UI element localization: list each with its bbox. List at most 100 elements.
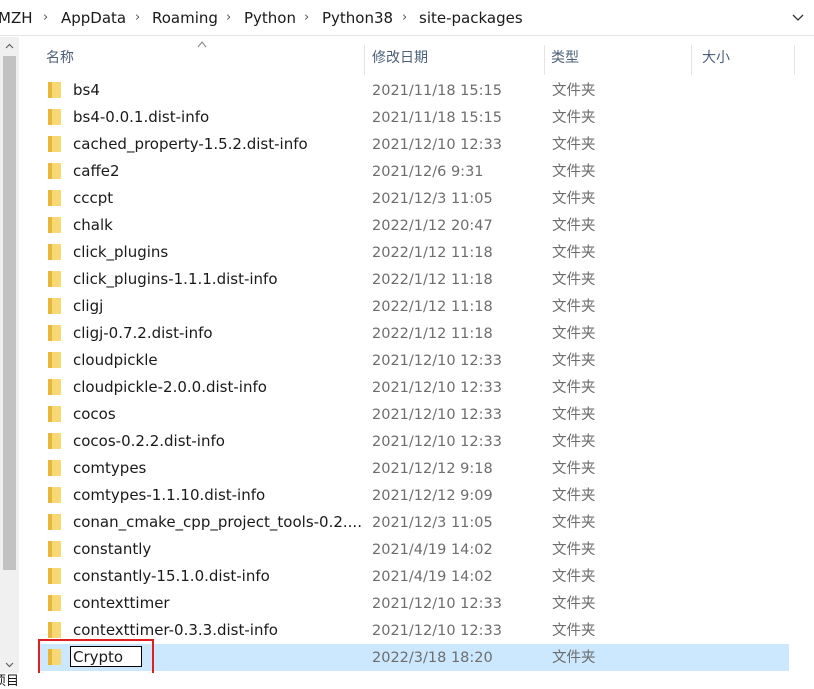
column-divider[interactable] <box>364 45 365 75</box>
file-modified-date: 2021/12/3 11:05 <box>372 191 493 207</box>
file-type: 文件夹 <box>552 515 596 531</box>
file-modified-date: 2021/12/12 9:09 <box>372 488 493 504</box>
file-type: 文件夹 <box>552 461 596 477</box>
breadcrumb-item-python38[interactable]: Python38 <box>322 9 393 27</box>
file-modified-date: 2021/12/3 11:05 <box>372 515 493 531</box>
column-divider[interactable] <box>691 45 692 75</box>
folder-icon <box>48 190 61 206</box>
file-row[interactable]: constantly 2021/4/19 14:02 文件夹 <box>39 536 789 563</box>
file-row[interactable]: bs4-0.0.1.dist-info 2021/11/18 15:15 文件夹 <box>39 104 789 131</box>
file-row[interactable]: caffe2 2021/12/6 9:31 文件夹 <box>39 158 789 185</box>
breadcrumb-item-appdata[interactable]: AppData <box>61 9 126 27</box>
file-row[interactable]: cloudpickle-2.0.0.dist-info 2021/12/10 1… <box>39 374 789 401</box>
file-type: 文件夹 <box>552 434 596 450</box>
file-name: comtypes <box>73 459 147 477</box>
file-modified-date: 2021/4/19 14:02 <box>372 569 493 585</box>
breadcrumb-item-site-packages[interactable]: site-packages <box>419 9 523 27</box>
column-modified-header[interactable]: 修改日期 <box>372 49 428 67</box>
column-type-header[interactable]: 类型 <box>551 49 579 67</box>
status-item-count: 项目 <box>0 674 20 689</box>
file-type: 文件夹 <box>552 299 596 315</box>
file-type: 文件夹 <box>552 218 596 234</box>
address-bar[interactable]: MZH › AppData › Roaming › Python › Pytho… <box>0 0 814 36</box>
file-name: contexttimer-0.3.3.dist-info <box>73 621 278 639</box>
file-row[interactable]: comtypes 2021/12/12 9:18 文件夹 <box>39 455 789 482</box>
breadcrumb-separator-icon[interactable]: › <box>135 10 140 26</box>
scroll-up-button[interactable] <box>0 37 19 54</box>
file-row[interactable]: cached_property-1.5.2.dist-info 2021/12/… <box>39 131 789 158</box>
file-type: 文件夹 <box>552 272 596 288</box>
file-modified-date: 2021/12/6 9:31 <box>372 164 484 180</box>
breadcrumb-separator-icon[interactable]: › <box>226 10 231 26</box>
column-divider[interactable] <box>794 45 795 75</box>
file-list: bs4 2021/11/18 15:15 文件夹 bs4-0.0.1.dist-… <box>19 77 814 673</box>
file-name: cligj <box>73 297 104 315</box>
column-size-header[interactable]: 大小 <box>702 49 730 67</box>
file-type: 文件夹 <box>552 83 596 99</box>
file-row[interactable]: constantly-15.1.0.dist-info 2021/4/19 14… <box>39 563 789 590</box>
file-name: chalk <box>73 216 113 234</box>
column-name-header[interactable]: 名称 <box>46 49 74 67</box>
folder-icon <box>48 649 61 665</box>
file-name: bs4-0.0.1.dist-info <box>73 108 210 126</box>
breadcrumb-item-python[interactable]: Python <box>244 9 296 27</box>
file-row[interactable]: cligj 2022/1/12 11:18 文件夹 <box>39 293 789 320</box>
column-header: 名称 修改日期 类型 大小 <box>19 37 814 77</box>
file-name: contexttimer <box>73 594 170 612</box>
file-name: cocos-0.2.2.dist-info <box>73 432 225 450</box>
file-row-selected[interactable]: 2022/3/18 18:20 文件夹 <box>39 644 789 671</box>
file-row[interactable]: cligj-0.7.2.dist-info 2022/1/12 11:18 文件… <box>39 320 789 347</box>
folder-icon <box>48 487 61 503</box>
file-row[interactable]: bs4 2021/11/18 15:15 文件夹 <box>39 77 789 104</box>
file-name: cached_property-1.5.2.dist-info <box>73 135 308 153</box>
file-modified-date: 2021/12/10 12:33 <box>372 380 502 396</box>
file-name: click_plugins <box>73 243 169 261</box>
chevron-down-icon <box>5 662 14 667</box>
file-type: 文件夹 <box>552 191 596 207</box>
file-row[interactable]: click_plugins-1.1.1.dist-info 2022/1/12 … <box>39 266 789 293</box>
breadcrumb-separator-icon[interactable]: › <box>304 10 309 26</box>
sort-ascending-icon <box>197 41 207 48</box>
chevron-up-icon <box>5 43 14 48</box>
folder-icon <box>48 514 61 530</box>
file-modified-date: 2022/1/12 11:18 <box>372 326 493 342</box>
folder-icon <box>48 271 61 287</box>
column-divider[interactable] <box>544 45 545 75</box>
breadcrumb-separator-icon[interactable]: › <box>43 10 48 26</box>
file-row[interactable]: comtypes-1.1.10.dist-info 2021/12/12 9:0… <box>39 482 789 509</box>
rename-input[interactable] <box>70 646 142 667</box>
file-modified-date: 2021/11/18 15:15 <box>372 110 502 126</box>
file-modified-date: 2022/1/12 11:18 <box>372 299 493 315</box>
file-row[interactable]: chalk 2022/1/12 20:47 文件夹 <box>39 212 789 239</box>
file-row[interactable]: cloudpickle 2021/12/10 12:33 文件夹 <box>39 347 789 374</box>
file-name: constantly-15.1.0.dist-info <box>73 567 270 585</box>
breadcrumb-separator-icon[interactable]: › <box>402 10 407 26</box>
file-row[interactable]: contexttimer 2021/12/10 12:33 文件夹 <box>39 590 789 617</box>
file-row[interactable]: conan_cmake_cpp_project_tools-0.2.... 20… <box>39 509 789 536</box>
file-explorer-window: MZH › AppData › Roaming › Python › Pytho… <box>0 0 814 689</box>
status-bar: 项目 <box>0 673 814 689</box>
file-row[interactable]: cccpt 2021/12/3 11:05 文件夹 <box>39 185 789 212</box>
file-row[interactable]: cocos 2021/12/10 12:33 文件夹 <box>39 401 789 428</box>
file-modified-date: 2022/1/12 11:18 <box>372 245 493 261</box>
breadcrumb-item-roaming[interactable]: Roaming <box>152 9 218 27</box>
file-row[interactable]: contexttimer-0.3.3.dist-info 2021/12/10 … <box>39 617 789 644</box>
vertical-scrollbar[interactable] <box>0 37 19 673</box>
file-modified-date: 2021/12/10 12:33 <box>372 137 502 153</box>
folder-icon <box>48 568 61 584</box>
file-type: 文件夹 <box>552 650 596 666</box>
folder-icon <box>48 109 61 125</box>
scroll-down-button[interactable] <box>0 656 19 673</box>
folder-icon <box>48 352 61 368</box>
file-row[interactable]: click_plugins 2022/1/12 11:18 文件夹 <box>39 239 789 266</box>
folder-icon <box>48 541 61 557</box>
file-modified-date: 2021/12/12 9:18 <box>372 461 493 477</box>
file-name: caffe2 <box>73 162 120 180</box>
file-row[interactable]: cocos-0.2.2.dist-info 2021/12/10 12:33 文… <box>39 428 789 455</box>
file-name: cccpt <box>73 189 114 207</box>
breadcrumb-item-mzh[interactable]: MZH <box>0 9 33 27</box>
file-name: bs4 <box>73 81 100 99</box>
scrollbar-thumb[interactable] <box>3 56 16 570</box>
address-history-button[interactable] <box>786 6 810 30</box>
file-type: 文件夹 <box>552 326 596 342</box>
